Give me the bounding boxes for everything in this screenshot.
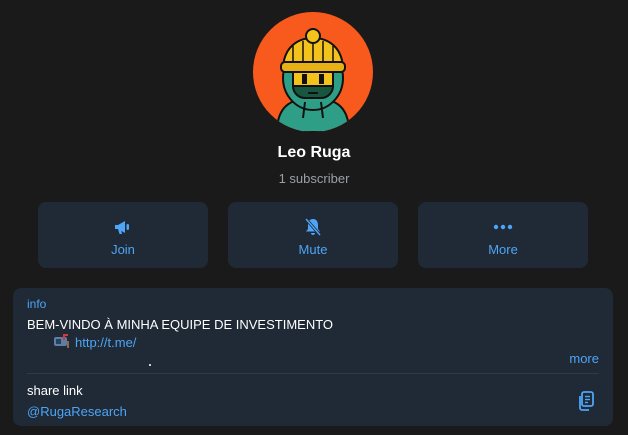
divider — [27, 373, 599, 374]
mailbox-icon — [53, 334, 71, 351]
copy-icon[interactable] — [575, 390, 597, 412]
info-label: info — [27, 297, 47, 311]
text-fragment — [149, 364, 151, 366]
join-button[interactable]: Join — [38, 202, 208, 268]
avatar[interactable] — [253, 12, 373, 132]
share-link-handle[interactable]: @RugaResearch — [27, 404, 127, 419]
channel-name: Leo Ruga — [277, 144, 351, 161]
ellipsis-icon — [418, 216, 588, 238]
info-more-link[interactable]: more — [569, 351, 599, 366]
mute-button[interactable]: Mute — [228, 202, 398, 268]
hooded-character-icon — [275, 28, 351, 132]
more-label: More — [488, 242, 518, 257]
info-description: BEM-VINDO À MINHA EQUIPE DE INVESTIMENTO — [27, 317, 334, 332]
subscriber-count: 1 subscriber — [278, 171, 350, 186]
channel-profile-page: Leo Ruga 1 subscriber Join Mute More inf… — [0, 0, 628, 435]
megaphone-icon — [38, 216, 208, 238]
join-label: Join — [111, 242, 135, 257]
bell-muted-icon — [228, 216, 398, 238]
share-link-label: share link — [27, 383, 83, 398]
mute-label: Mute — [298, 242, 328, 257]
info-link[interactable]: http://t.me/ — [75, 335, 136, 350]
more-button[interactable]: More — [418, 202, 588, 268]
info-link-row: http://t.me/ — [53, 334, 136, 351]
info-card: info BEM-VINDO À MINHA EQUIPE DE INVESTI… — [13, 288, 613, 426]
